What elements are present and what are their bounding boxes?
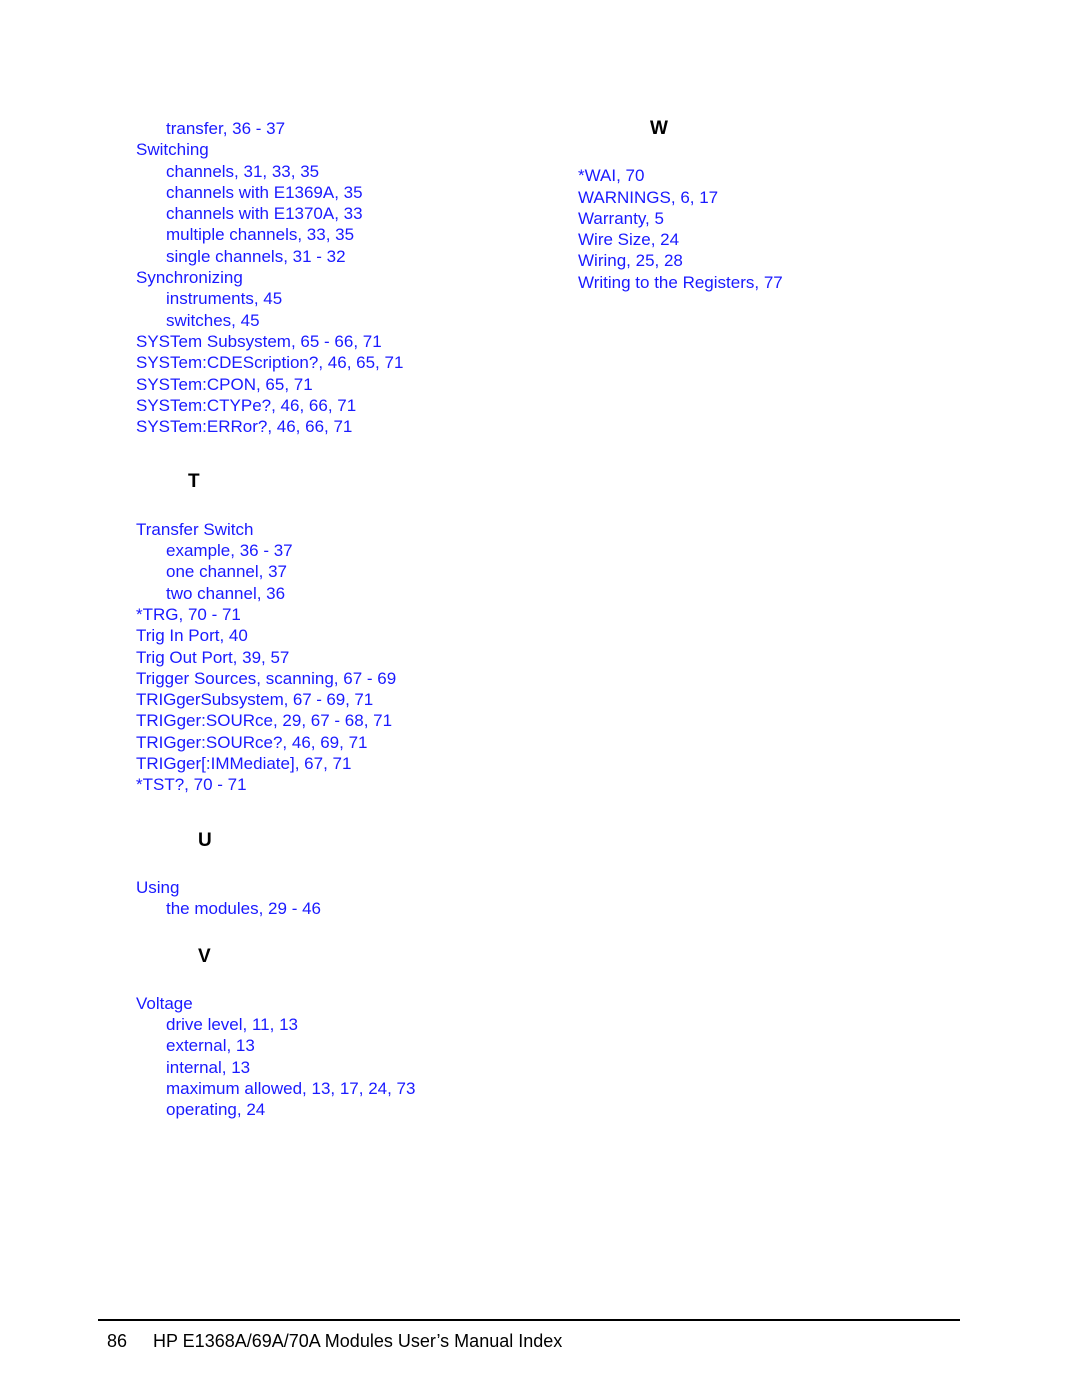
index-entry[interactable]: two channel, 36 <box>166 583 536 604</box>
index-entry[interactable]: *WAI, 70 <box>578 165 978 186</box>
index-entry[interactable]: TRIGger:SOURce?, 46, 69, 71 <box>136 732 536 753</box>
index-group-u: Using the modules, 29 - 46 <box>136 877 536 920</box>
index-columns: transfer, 36 - 37 Switching channels, 31… <box>0 0 1080 1280</box>
index-entry[interactable]: instruments, 45 <box>166 288 536 309</box>
footer-title: HP E1368A/69A/70A Modules User’s Manual … <box>153 1331 563 1351</box>
index-entry[interactable]: *TST?, 70 - 71 <box>136 774 536 795</box>
index-entry[interactable]: Wire Size, 24 <box>578 229 978 250</box>
index-group-t: Transfer Switch example, 36 - 37 one cha… <box>136 519 536 796</box>
index-entry[interactable]: Switching <box>136 139 536 160</box>
index-entry[interactable]: the modules, 29 - 46 <box>166 898 536 919</box>
index-group-w: *WAI, 70 WARNINGS, 6, 17 Warranty, 5 Wir… <box>578 165 978 293</box>
index-right-column: W *WAI, 70 WARNINGS, 6, 17 Warranty, 5 W… <box>578 118 978 293</box>
index-entry[interactable]: TRIGger[:IMMediate], 67, 71 <box>136 753 536 774</box>
index-entry[interactable]: SYSTem:CDEScription?, 46, 65, 71 <box>136 352 536 373</box>
index-page: transfer, 36 - 37 Switching channels, 31… <box>0 0 1080 1397</box>
index-entry[interactable]: Wiring, 25, 28 <box>578 250 978 271</box>
index-entry[interactable]: Using <box>136 877 536 898</box>
index-entry[interactable]: Transfer Switch <box>136 519 536 540</box>
index-entry[interactable]: transfer, 36 - 37 <box>166 118 536 139</box>
index-group-continued: transfer, 36 - 37 Switching channels, 31… <box>136 118 536 437</box>
index-entry[interactable]: SYSTem:CPON, 65, 71 <box>136 374 536 395</box>
index-entry[interactable]: internal, 13 <box>166 1057 536 1078</box>
index-entry[interactable]: switches, 45 <box>166 310 536 331</box>
index-entry[interactable]: multiple channels, 33, 35 <box>166 224 536 245</box>
index-entry[interactable]: operating, 24 <box>166 1099 536 1120</box>
index-entry[interactable]: WARNINGS, 6, 17 <box>578 187 978 208</box>
index-entry[interactable]: SYSTem:ERRor?, 46, 66, 71 <box>136 416 536 437</box>
index-entry[interactable]: maximum allowed, 13, 17, 24, 73 <box>166 1078 536 1099</box>
index-entry[interactable]: Trigger Sources, scanning, 67 - 69 <box>136 668 536 689</box>
index-entry[interactable]: Trig Out Port, 39, 57 <box>136 647 536 668</box>
index-entry[interactable]: channels with E1370A, 33 <box>166 203 536 224</box>
index-entry[interactable]: Voltage <box>136 993 536 1014</box>
index-entry[interactable]: external, 13 <box>166 1035 536 1056</box>
section-heading-v: V <box>198 945 211 967</box>
index-entry[interactable]: Writing to the Registers, 77 <box>578 272 978 293</box>
index-entry[interactable]: TRIGgerSubsystem, 67 - 69, 71 <box>136 689 536 710</box>
index-entry[interactable]: single channels, 31 - 32 <box>166 246 536 267</box>
footer: 86 HP E1368A/69A/70A Modules User’s Manua… <box>107 1329 562 1353</box>
index-entry[interactable]: example, 36 - 37 <box>166 540 536 561</box>
index-entry[interactable]: channels, 31, 33, 35 <box>166 161 536 182</box>
footer-divider <box>98 1319 960 1321</box>
index-entry[interactable]: channels with E1369A, 35 <box>166 182 536 203</box>
index-entry[interactable]: drive level, 11, 13 <box>166 1014 536 1035</box>
index-entry[interactable]: *TRG, 70 - 71 <box>136 604 536 625</box>
index-entry[interactable]: TRIGger:SOURce, 29, 67 - 68, 71 <box>136 710 536 731</box>
index-entry[interactable]: Synchronizing <box>136 267 536 288</box>
section-heading-u: U <box>198 829 212 851</box>
section-heading-t: T <box>188 471 200 493</box>
index-entry[interactable]: Trig In Port, 40 <box>136 625 536 646</box>
index-entry[interactable]: Warranty, 5 <box>578 208 978 229</box>
index-entry[interactable]: SYSTem Subsystem, 65 - 66, 71 <box>136 331 536 352</box>
section-heading-w: W <box>650 118 668 139</box>
index-left-column: transfer, 36 - 37 Switching channels, 31… <box>136 118 536 1121</box>
index-entry[interactable]: SYSTem:CTYPe?, 46, 66, 71 <box>136 395 536 416</box>
page-number: 86 <box>107 1331 128 1351</box>
index-entry[interactable]: one channel, 37 <box>166 561 536 582</box>
index-group-v: Voltage drive level, 11, 13 external, 13… <box>136 993 536 1121</box>
